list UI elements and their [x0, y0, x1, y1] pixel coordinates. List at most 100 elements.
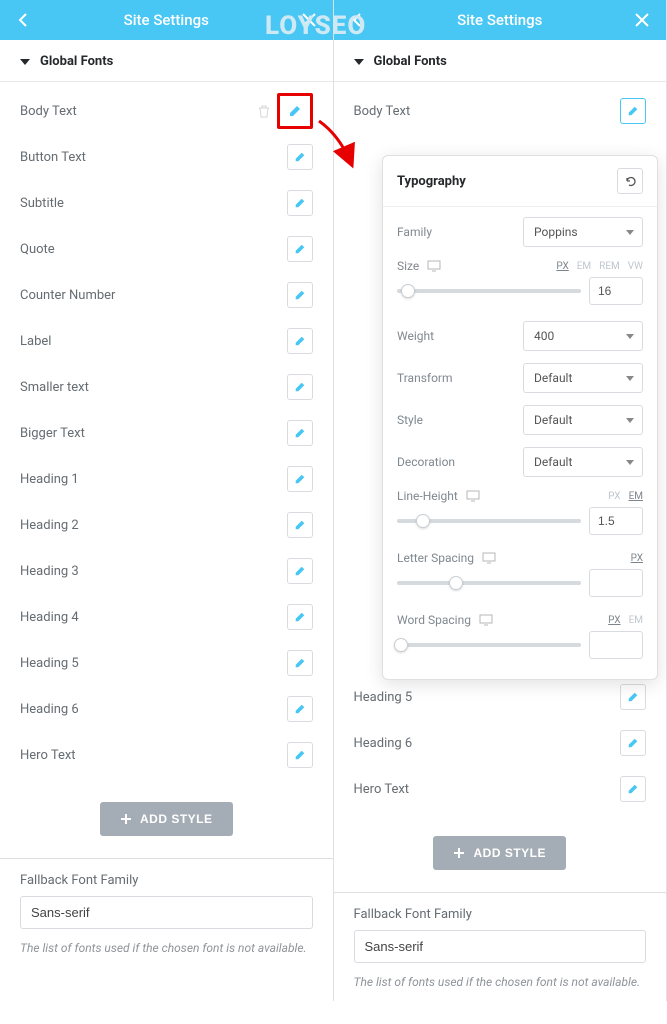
- edit-typography-button[interactable]: [287, 328, 313, 354]
- edit-typography-button[interactable]: [287, 742, 313, 768]
- lineheight-slider[interactable]: [397, 519, 581, 523]
- size-units: PX EM REM VW: [556, 261, 643, 272]
- edit-typography-button[interactable]: [287, 512, 313, 538]
- wordspacing-slider[interactable]: [397, 643, 581, 647]
- edit-typography-button[interactable]: [287, 420, 313, 446]
- add-style-button[interactable]: ADD STYLE: [100, 802, 233, 836]
- desktop-icon[interactable]: [479, 614, 493, 626]
- font-row: Bigger Text: [20, 410, 313, 456]
- letterspacing-slider[interactable]: [397, 581, 581, 585]
- decoration-select[interactable]: Default: [523, 447, 643, 477]
- lineheight-units: PX EM: [608, 491, 643, 502]
- size-slider[interactable]: [397, 289, 581, 293]
- edit-typography-button[interactable]: [620, 684, 646, 710]
- header-title: Site Settings: [36, 11, 297, 29]
- edit-typography-button[interactable]: [287, 604, 313, 630]
- font-label: Quote: [20, 242, 55, 257]
- edit-typography-button[interactable]: [287, 558, 313, 584]
- edit-typography-button[interactable]: [287, 144, 313, 170]
- edit-typography-button[interactable]: [287, 190, 313, 216]
- font-label: Hero Text: [354, 782, 410, 797]
- letterspacing-units: PX: [631, 553, 643, 564]
- desktop-icon[interactable]: [427, 260, 441, 272]
- font-row: Heading 5: [20, 640, 313, 686]
- trash-icon[interactable]: [257, 104, 271, 118]
- header: Site Settings: [0, 0, 333, 40]
- plus-icon: [120, 813, 132, 825]
- font-row: Hero Text: [354, 766, 647, 812]
- transform-select[interactable]: Default: [523, 363, 643, 393]
- font-label: Heading 6: [354, 736, 413, 751]
- header: Site Settings: [334, 0, 667, 40]
- edit-typography-button[interactable]: [277, 93, 313, 129]
- add-style-label: ADD STYLE: [140, 812, 213, 826]
- weight-label: Weight: [397, 329, 434, 343]
- unit-px[interactable]: PX: [608, 491, 620, 502]
- close-icon[interactable]: [630, 8, 654, 32]
- caret-down-icon: [626, 329, 634, 343]
- edit-typography-button[interactable]: [620, 730, 646, 756]
- decoration-value: Default: [534, 455, 572, 469]
- plus-icon: [453, 847, 465, 859]
- settings-panel-left: Site Settings Global Fonts Body Text But…: [0, 0, 334, 1001]
- typography-popover: Typography Family Poppins Size PX EM REM…: [382, 155, 658, 680]
- typography-title: Typography: [397, 174, 466, 189]
- reset-button[interactable]: [617, 168, 643, 194]
- unit-em[interactable]: EM: [629, 615, 643, 626]
- font-row: Counter Number: [20, 272, 313, 318]
- font-label: Smaller text: [20, 380, 89, 395]
- desktop-icon[interactable]: [466, 490, 480, 502]
- weight-select[interactable]: 400: [523, 321, 643, 351]
- edit-typography-button[interactable]: [287, 650, 313, 676]
- font-row: Heading 3: [20, 548, 313, 594]
- add-style-button[interactable]: ADD STYLE: [433, 836, 566, 870]
- edit-typography-button[interactable]: [287, 466, 313, 492]
- edit-typography-button[interactable]: [287, 282, 313, 308]
- font-label: Body Text: [20, 104, 77, 119]
- font-label: Heading 5: [354, 690, 413, 705]
- edit-typography-button[interactable]: [287, 236, 313, 262]
- font-row: Heading 6: [354, 720, 647, 766]
- style-value: Default: [534, 413, 572, 427]
- font-label: Hero Text: [20, 748, 76, 763]
- size-input[interactable]: [589, 277, 643, 305]
- section-header[interactable]: Global Fonts: [334, 40, 667, 82]
- fallback-input[interactable]: [354, 930, 647, 963]
- edit-typography-button[interactable]: [287, 374, 313, 400]
- unit-em[interactable]: EM: [577, 261, 591, 272]
- close-icon[interactable]: [297, 8, 321, 32]
- unit-vw[interactable]: VW: [628, 261, 643, 272]
- font-row: Quote: [20, 226, 313, 272]
- section-header[interactable]: Global Fonts: [0, 40, 333, 82]
- wordspacing-input[interactable]: [589, 631, 643, 659]
- size-label: Size: [397, 259, 441, 273]
- font-label: Heading 2: [20, 518, 79, 533]
- font-label: Heading 4: [20, 610, 79, 625]
- font-row: Label: [20, 318, 313, 364]
- header-title: Site Settings: [370, 11, 631, 29]
- unit-px[interactable]: PX: [556, 261, 568, 272]
- style-select[interactable]: Default: [523, 405, 643, 435]
- family-label: Family: [397, 225, 432, 239]
- unit-px[interactable]: PX: [608, 615, 620, 626]
- desktop-icon[interactable]: [482, 552, 496, 564]
- style-label: Style: [397, 413, 423, 427]
- fallback-help-text: The list of fonts used if the chosen fon…: [20, 939, 313, 957]
- back-icon[interactable]: [346, 8, 370, 32]
- unit-px[interactable]: PX: [631, 553, 643, 564]
- font-row: Hero Text: [20, 732, 313, 778]
- fallback-input[interactable]: [20, 896, 313, 929]
- font-label: Bigger Text: [20, 426, 85, 441]
- back-icon[interactable]: [12, 8, 36, 32]
- edit-typography-button[interactable]: [620, 776, 646, 802]
- font-label: Heading 3: [20, 564, 79, 579]
- font-label: Subtitle: [20, 196, 64, 211]
- unit-em[interactable]: EM: [629, 491, 643, 502]
- edit-typography-button[interactable]: [287, 696, 313, 722]
- letterspacing-input[interactable]: [589, 569, 643, 597]
- family-select[interactable]: Poppins: [523, 217, 643, 247]
- edit-typography-button[interactable]: [620, 98, 646, 124]
- lineheight-input[interactable]: [589, 507, 643, 535]
- unit-rem[interactable]: REM: [599, 261, 620, 272]
- wordspacing-label: Word Spacing: [397, 613, 493, 627]
